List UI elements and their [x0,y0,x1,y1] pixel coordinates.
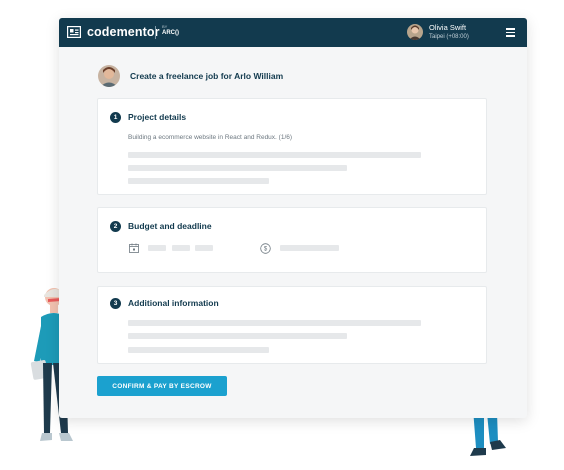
placeholder-line [128,347,269,353]
logo-text[interactable]: codementor [87,25,160,39]
placeholder-line [128,333,347,339]
logo-divider [155,26,156,39]
section-title: Budget and deadline [128,221,212,231]
project-description: Building a ecommerce website in React an… [128,134,293,141]
confirm-pay-escrow-button[interactable]: CONFIRM & PAY BY ESCROW [97,376,227,396]
placeholder-line [128,320,421,326]
step-number: 2 [110,221,121,232]
step-number: 1 [110,112,121,123]
placeholder-line [172,245,190,251]
section-title: Project details [128,112,187,122]
dollar-icon: $ [260,243,271,254]
project-details-section[interactable]: 1 Project details Building a ecommerce w… [97,98,487,195]
section-title: Additional information [128,298,219,308]
budget-deadline-section[interactable]: 2 Budget and deadline $ [97,207,487,273]
user-timezone: Taipei (+08:00) [429,34,469,40]
user-name: Olivia Swift [429,23,467,32]
logo-by-label: BY [162,24,168,29]
additional-information-section[interactable]: 3 Additional information [97,286,487,364]
placeholder-line [280,245,339,251]
calendar-icon [129,243,139,253]
svg-text:$: $ [264,247,268,253]
stage: codementor BY ARC() Olivia Swift Taipei … [0,0,564,470]
codementor-logo-icon[interactable] [67,26,81,38]
placeholder-line [148,245,166,251]
step-number: 3 [110,298,121,309]
user-avatar[interactable] [407,24,423,40]
placeholder-line [128,178,269,184]
placeholder-line [128,165,347,171]
page-title: Create a freelance job for Arlo William [130,71,284,81]
mentor-avatar [98,65,120,87]
placeholder-line [195,245,213,251]
placeholder-line [128,152,421,158]
logo-parent-brand: ARC() [162,30,179,36]
app-window: codementor BY ARC() Olivia Swift Taipei … [59,18,527,418]
top-navigation-bar: codementor BY ARC() Olivia Swift Taipei … [59,18,527,47]
hamburger-menu-icon[interactable] [506,28,515,37]
